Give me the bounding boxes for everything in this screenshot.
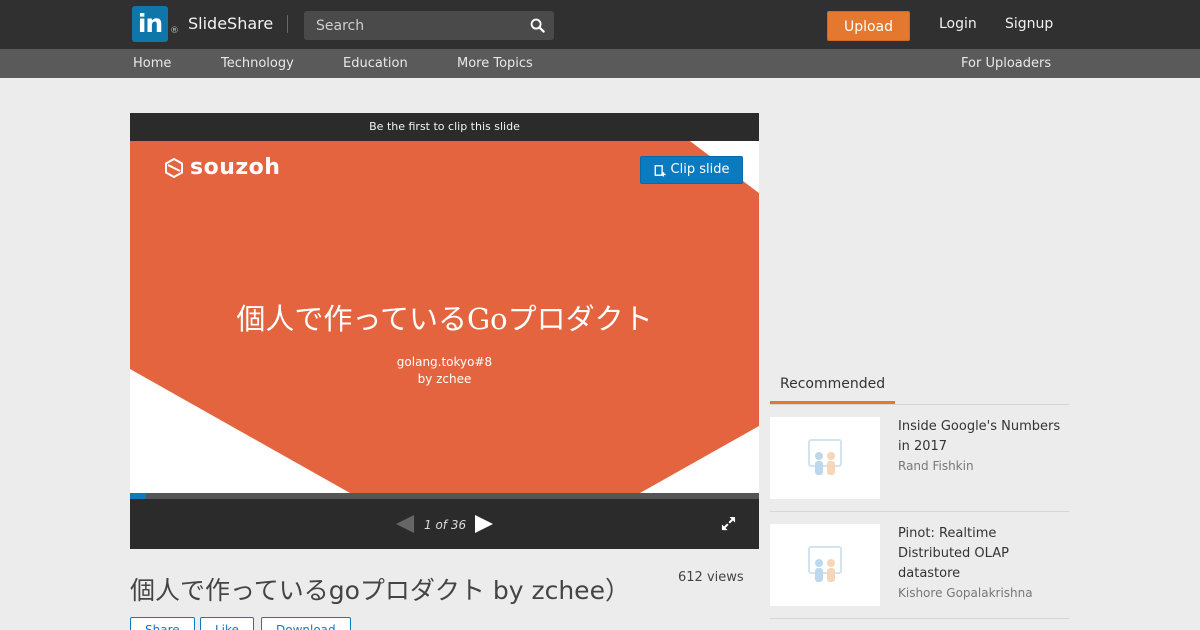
signup-link[interactable]: Signup <box>1005 16 1053 32</box>
recommended-title[interactable]: Pinot: Realtime Distributed OLAP datasto… <box>898 524 1068 584</box>
slide-image[interactable]: souzoh 個人で作っているGoプロダクト golang.tokyo#8 by… <box>130 141 759 493</box>
category-nav: Home Technology Education More Topics Fo… <box>0 49 1200 78</box>
slideshare-placeholder-icon <box>808 546 842 582</box>
previous-slide-icon[interactable] <box>396 515 415 534</box>
recommended-item[interactable]: Pinot: Realtime Distributed OLAP datasto… <box>770 512 1069 619</box>
header-divider <box>287 15 288 33</box>
presentation-title: 個人で作っているgoプロダクト by zchee） <box>130 576 630 605</box>
login-link[interactable]: Login <box>939 16 977 32</box>
nav-for-uploaders[interactable]: For Uploaders <box>961 56 1051 71</box>
clip-slide-button[interactable]: Clip slide <box>640 156 743 184</box>
player-controls: 1 of 36 <box>130 499 759 549</box>
clip-slide-label: Clip slide <box>670 162 730 177</box>
nav-technology[interactable]: Technology <box>221 56 294 71</box>
share-button[interactable]: Share <box>130 617 195 630</box>
recommended-thumbnail[interactable] <box>770 524 880 606</box>
registered-mark: ® <box>170 26 179 36</box>
top-header: in ® SlideShare Upload Login Signup <box>0 0 1200 49</box>
like-button[interactable]: Like <box>200 617 254 630</box>
view-count: 612 views <box>678 570 744 585</box>
search-box <box>304 11 554 40</box>
search-input[interactable] <box>304 11 524 40</box>
nav-more-topics[interactable]: More Topics <box>457 56 533 71</box>
recommended-author[interactable]: Kishore Gopalakrishna <box>898 586 1033 600</box>
upload-button[interactable]: Upload <box>827 11 910 41</box>
nav-education[interactable]: Education <box>343 56 408 71</box>
search-icon[interactable] <box>530 18 545 33</box>
download-button[interactable]: Download <box>261 617 351 630</box>
linkedin-logo[interactable]: in <box>132 6 168 42</box>
clip-banner: Be the first to clip this slide <box>369 120 520 133</box>
souzoh-logo: souzoh <box>164 155 280 180</box>
page-counter: 1 of 36 <box>424 518 467 532</box>
clip-icon <box>654 164 666 176</box>
recommended-author[interactable]: Rand Fishkin <box>898 459 974 473</box>
fullscreen-icon[interactable] <box>721 516 736 531</box>
souzoh-logo-icon <box>165 157 183 178</box>
slide-subtitle-event: golang.tokyo#8 <box>396 355 493 369</box>
nav-home[interactable]: Home <box>133 56 171 71</box>
next-slide-icon[interactable] <box>475 515 494 534</box>
slide-subtitle-author: by zchee <box>417 372 472 386</box>
recommended-thumbnail[interactable] <box>770 417 880 499</box>
tab-recommended[interactable]: Recommended <box>770 376 895 404</box>
slideshare-logo-text[interactable]: SlideShare <box>188 14 273 33</box>
slide-title: 個人で作っているGoプロダクト <box>236 302 653 336</box>
recommended-title[interactable]: Inside Google's Numbers in 2017 <box>898 417 1068 457</box>
slideshare-placeholder-icon <box>808 439 842 475</box>
souzoh-logo-text: souzoh <box>190 155 281 180</box>
recommended-item[interactable]: Inside Google's Numbers in 2017 Rand Fis… <box>770 405 1069 512</box>
slide-player: Be the first to clip this slide souzoh 個… <box>130 113 759 549</box>
